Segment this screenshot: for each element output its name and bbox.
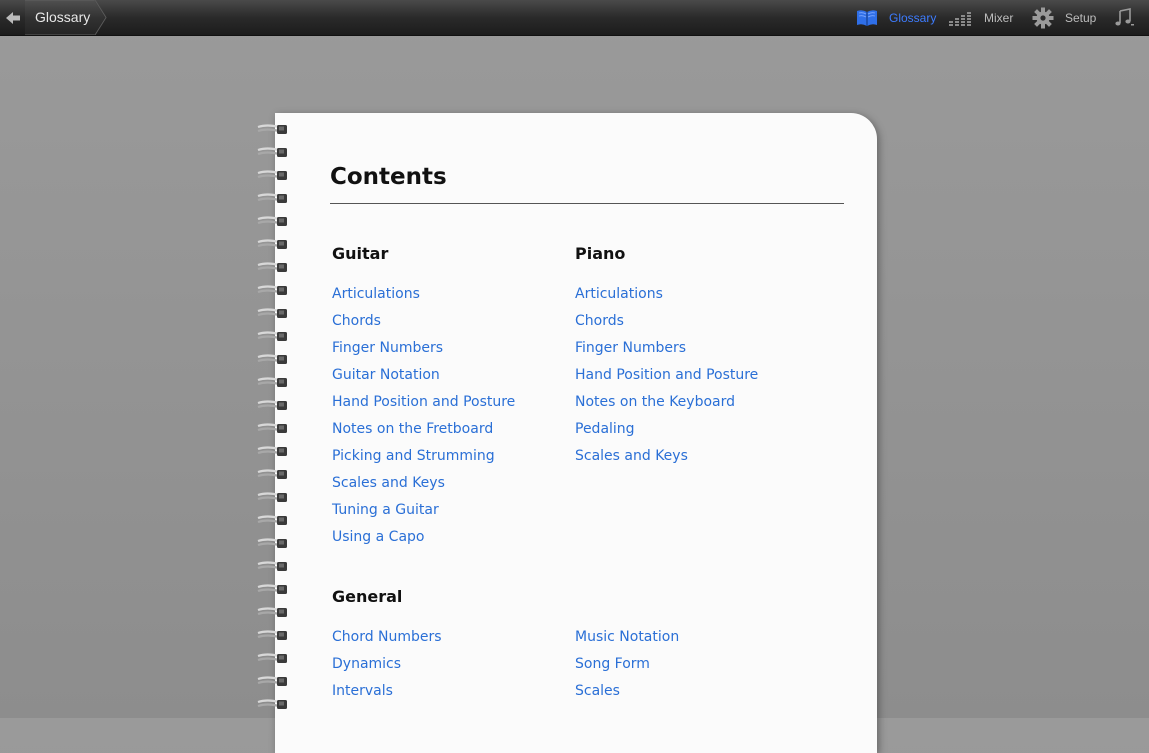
general-link[interactable]: Chord Numbers <box>332 629 442 645</box>
binding-ring <box>257 607 287 617</box>
toolbar: Glossary Glossary Mixer Setup <box>0 0 1149 36</box>
binding-ring <box>257 216 287 226</box>
music-button[interactable] <box>1114 0 1136 35</box>
general-link[interactable]: Song Form <box>575 656 650 672</box>
mixer-tab-label: Mixer <box>984 10 1014 25</box>
piano-link[interactable]: Notes on the Keyboard <box>575 394 735 410</box>
section-heading-general: General <box>332 587 403 606</box>
piano-link[interactable]: Pedaling <box>575 421 635 437</box>
piano-link[interactable]: Articulations <box>575 286 663 302</box>
guitar-link[interactable]: Hand Position and Posture <box>332 394 515 410</box>
mixer-icon <box>949 11 971 26</box>
guitar-link[interactable]: Guitar Notation <box>332 367 440 383</box>
breadcrumb-label: Glossary <box>35 9 91 25</box>
binding-ring <box>257 446 287 456</box>
title-divider <box>330 203 844 204</box>
music-note-icon <box>1115 7 1134 25</box>
general-link[interactable]: Scales <box>575 683 620 699</box>
guitar-link[interactable]: Using a Capo <box>332 529 424 545</box>
binding-ring <box>257 653 287 663</box>
gear-icon <box>1032 7 1054 28</box>
guitar-link[interactable]: Notes on the Fretboard <box>332 421 493 437</box>
piano-link[interactable]: Finger Numbers <box>575 340 686 356</box>
binding-ring <box>257 469 287 479</box>
general-link[interactable]: Intervals <box>332 683 393 699</box>
binding-ring <box>257 423 287 433</box>
binding-ring <box>257 354 287 364</box>
mixer-tab[interactable]: Mixer <box>948 0 1013 35</box>
back-button[interactable] <box>0 0 25 35</box>
piano-link[interactable]: Hand Position and Posture <box>575 367 758 383</box>
setup-tab[interactable]: Setup <box>1032 0 1096 35</box>
binding-ring <box>257 400 287 410</box>
book-icon <box>857 9 877 26</box>
general-link[interactable]: Dynamics <box>332 656 401 672</box>
binding-ring <box>257 630 287 640</box>
guitar-link[interactable]: Chords <box>332 313 381 329</box>
setup-tab-label: Setup <box>1065 10 1097 25</box>
section-heading-guitar: Guitar <box>332 244 389 263</box>
binding-ring <box>257 239 287 249</box>
binding-ring <box>257 515 287 525</box>
binding-ring <box>257 124 287 134</box>
binding-ring <box>257 147 287 157</box>
binding-ring <box>257 308 287 318</box>
binding-ring <box>257 492 287 502</box>
glossary-tab[interactable]: Glossary <box>856 0 936 35</box>
binding-ring <box>257 170 287 180</box>
glossary-tab-label: Glossary <box>889 10 937 25</box>
binding-ring <box>257 285 287 295</box>
back-arrow-icon <box>5 11 20 24</box>
breadcrumb[interactable]: Glossary <box>25 0 107 35</box>
binding-ring <box>257 699 287 709</box>
spiral-binding <box>257 118 293 718</box>
page-title: Contents <box>330 164 447 190</box>
general-link[interactable]: Music Notation <box>575 629 679 645</box>
guitar-link[interactable]: Scales and Keys <box>332 475 445 491</box>
guitar-link[interactable]: Finger Numbers <box>332 340 443 356</box>
binding-ring <box>257 262 287 272</box>
piano-link[interactable]: Chords <box>575 313 624 329</box>
binding-ring <box>257 584 287 594</box>
binding-ring <box>257 331 287 341</box>
guitar-link[interactable]: Articulations <box>332 286 420 302</box>
section-heading-piano: Piano <box>575 244 626 263</box>
guitar-link[interactable]: Picking and Strumming <box>332 448 495 464</box>
guitar-link[interactable]: Tuning a Guitar <box>332 502 439 518</box>
binding-ring <box>257 538 287 548</box>
binding-ring <box>257 193 287 203</box>
binding-ring <box>257 676 287 686</box>
piano-link[interactable]: Scales and Keys <box>575 448 688 464</box>
binding-ring <box>257 561 287 571</box>
binding-ring <box>257 377 287 387</box>
